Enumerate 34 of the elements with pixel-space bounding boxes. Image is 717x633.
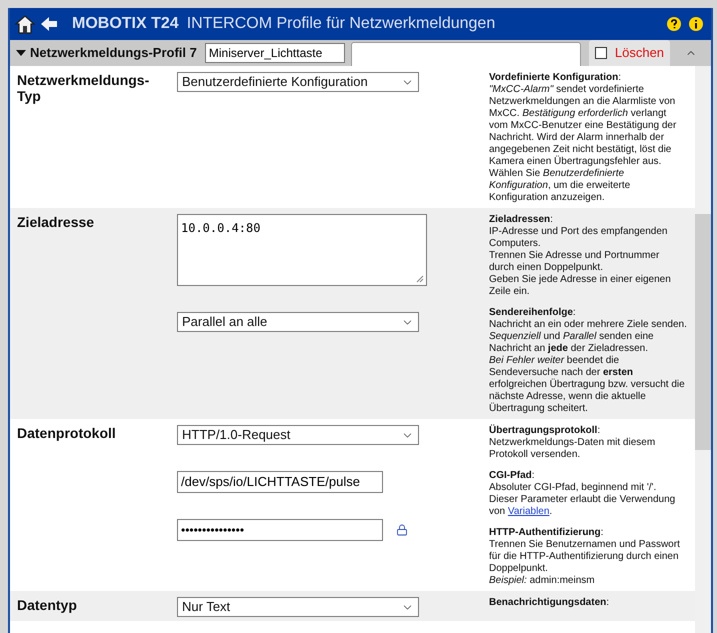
row-label: Netzwerkmeldungs-Typ [16,72,150,106]
info-icon[interactable] [689,17,703,31]
help-text: Vordefinierte Konfiguration: "MxCC-Alarm" sendet vordefinierte Netzwerkmeldungen an die Alarmliste von MxCC. Bestätigung erforderlich verlangt vom MxCC-Benutzer eine Bestätigung der Nachricht. Wird der Alarm innerhalb der angegebenen Zeit nicht bestätigt, löst die Kamera einen Übertragungsfehler aus. Wählen Sie Benutzerdefinierte Konfiguration, um die erweiterte Konfiguration anzuzeigen. [489,72,678,204]
page-title: INTERCOM Profile für Netzwerkmeldungen [186,14,496,34]
back-arrow-icon[interactable] [40,15,58,33]
row-label: Zieladresse [16,214,96,232]
brand-name: MOBOTIX T24 [72,14,179,34]
input-field[interactable]: /dev/sps/io/LICHTTASTE/pulse [177,471,383,493]
help-text: Benachrichtigungsdaten: [489,597,610,609]
row-label: Datenprotokoll [16,425,117,443]
variables-link[interactable]: Variablen [508,506,550,517]
profile-label: Netzwerkmeldungs-Profil 7 [30,44,197,62]
profile-name-field[interactable]: Miniserver_Lichttaste [204,43,345,63]
dropdown[interactable]: Nur Text [177,597,419,617]
caret-down-icon[interactable] [16,50,26,56]
scrollbar-thumb[interactable] [695,214,711,450]
dropdown[interactable]: Benutzerdefinierte Konfiguration [177,72,419,92]
help-text: Übertragungsprotokoll: Netzwerkmeldungs-Daten mit diesem Protokoll versenden. [489,425,656,461]
dropdown[interactable]: Parallel an alle [177,312,419,332]
home-icon[interactable] [14,13,36,35]
lock-icon [396,524,408,536]
delete-label: Löschen [614,44,664,62]
help-text: Sendereihenfolge: Nachricht an ein oder mehrere Ziele senden. Sequenziell und Parallel senden eine Nachricht an jede der Zieladressen. Bei Fehler weiter beendet die Sendeversuche nach der ersten erfolgreichen Übertragung bzw. versucht die nächste Adresse, wenn die aktuelle Übertragung scheitert. [489,307,687,415]
help-icon[interactable] [667,17,681,31]
help-text: Zieladressen: IP-Adresse und Port des empfangenden Computers. Trennen Sie Adresse und Portnummer durch einen Doppelpunkt. Geben Sie jede Adresse in einer eigenen Zeile ein. [489,214,672,298]
dropdown[interactable]: HTTP/1.0-Request [177,425,419,445]
resize-grip-icon [416,275,424,283]
tab-field[interactable] [350,42,581,66]
delete-checkbox[interactable] [594,47,607,59]
help-text: HTTP-Authentifizierung: Trennen Sie Benutzernamen und Passwort für die HTTP-Authentifizierung durch einen Doppelpunkt. Beispiel: admin:meinsm [489,527,681,587]
password-field[interactable]: ••••••••••••••• [177,519,383,541]
row-label: Datentyp [16,597,78,615]
help-text: CGI-Pfad: Absoluter CGI-Pfad, beginnend mit '/'. Dieser Parameter erlaubt die Verwendung von Variablen. [489,470,676,518]
textarea-field[interactable]: 10.0.0.4:80 [177,214,427,286]
